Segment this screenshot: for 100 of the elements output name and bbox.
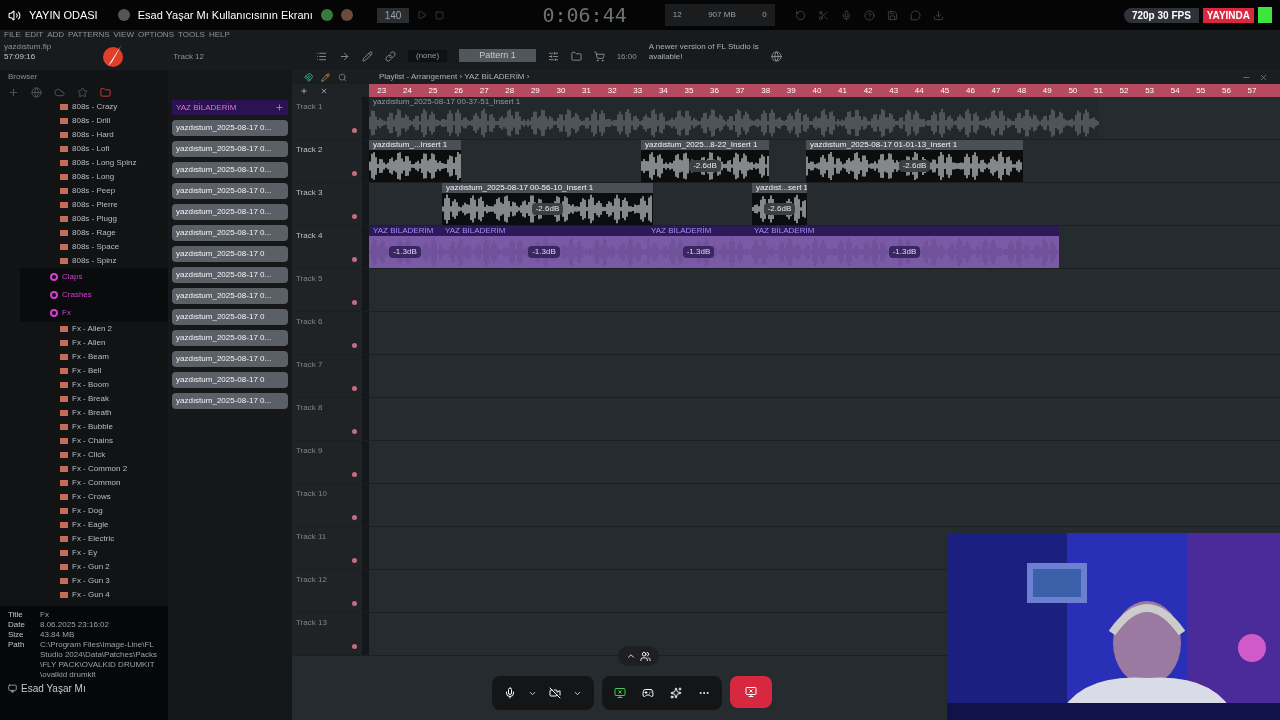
pattern-header[interactable]: YAZ BİLADERİM: [172, 100, 288, 115]
record-icon[interactable]: [352, 343, 357, 348]
record-icon[interactable]: [352, 214, 357, 219]
browser-item[interactable]: Fx - Ey: [72, 547, 98, 559]
record-icon[interactable]: [352, 429, 357, 434]
folder-icon[interactable]: [100, 86, 111, 98]
sparkles-icon[interactable]: [670, 687, 682, 699]
pattern-item[interactable]: yazdıstum_2025-08-17 0...: [172, 393, 288, 409]
zoom-icon[interactable]: [338, 72, 347, 82]
browser-item[interactable]: Fx - Boom: [72, 379, 109, 391]
screen-share-icon[interactable]: [614, 687, 626, 699]
menu-item[interactable]: ADD: [47, 30, 65, 40]
pattern-item[interactable]: yazdıstum_2025-08-17 0...: [172, 225, 288, 241]
close-icon[interactable]: [320, 86, 328, 95]
browser-item[interactable]: Fx - Breath: [72, 407, 112, 419]
record-icon[interactable]: [352, 386, 357, 391]
browser-category[interactable]: Claps: [62, 271, 83, 283]
cloud-icon[interactable]: [54, 86, 65, 98]
record-icon[interactable]: [352, 515, 357, 520]
browser-item[interactable]: Fx - Chains: [72, 435, 113, 447]
browser-item[interactable]: Fx - Electric: [72, 533, 115, 545]
clip[interactable]: yazdıst...sert 1 -2.6dB: [752, 183, 807, 225]
pattern-item[interactable]: yazdıstum_2025-08-17 0...: [172, 288, 288, 304]
clip[interactable]: yazdıstum_2025-08-17 00-56-10_Insert 1 -2.6dB: [442, 183, 653, 225]
browser-item[interactable]: Fx - Gun 4: [72, 589, 110, 601]
browser-item[interactable]: Fx - Crows: [72, 491, 111, 503]
pattern-selector[interactable]: Pattern 1: [459, 48, 536, 62]
arrow-icon[interactable]: [339, 51, 350, 62]
browser-item[interactable]: 808s - Plugg: [72, 213, 117, 225]
globe-icon[interactable]: [770, 51, 782, 62]
close-icon[interactable]: [1259, 72, 1268, 82]
record-icon[interactable]: [352, 601, 357, 606]
record-icon[interactable]: [352, 128, 357, 133]
browser-category[interactable]: Crashes: [62, 289, 92, 301]
browser-category[interactable]: Fx: [62, 307, 71, 319]
browser-item[interactable]: 808s - Peep: [72, 185, 116, 197]
star-icon[interactable]: [77, 86, 88, 98]
clip[interactable]: YAZ BİLADERİM -1.3dB: [647, 226, 750, 268]
plus-icon[interactable]: [300, 86, 308, 95]
browser-item[interactable]: Fx - Break: [72, 393, 109, 405]
browser-item[interactable]: Fx - Eagle: [72, 519, 109, 531]
browser-item[interactable]: 808s - Hard: [72, 129, 114, 141]
browser-item[interactable]: 808s - Rage: [72, 227, 116, 239]
record-icon[interactable]: [352, 300, 357, 305]
clip[interactable]: yazdıstum_...Insert 1: [369, 140, 461, 182]
gamepad-icon[interactable]: [642, 687, 654, 699]
browser-item[interactable]: 808s - Drill: [72, 115, 111, 127]
browser-item[interactable]: Fx - Click: [72, 449, 106, 461]
browser-item[interactable]: Fx - Beam: [72, 351, 109, 363]
browser-item[interactable]: 808s - Crazy: [72, 101, 118, 113]
browser-item[interactable]: Fx - Common: [72, 477, 121, 489]
menu-item[interactable]: PATTERNS: [68, 30, 110, 40]
menu-item[interactable]: OPTIONS: [137, 30, 174, 40]
record-icon[interactable]: [352, 257, 357, 262]
browser-item[interactable]: Fx - Gun 3: [72, 575, 110, 587]
globe-icon[interactable]: [31, 86, 42, 98]
browser-item[interactable]: Fx - Common 2: [72, 463, 128, 475]
timeline-ruler[interactable]: 23 24 25 26 27 28 29 30 31 32 33 34 35 36 37 38 39 40 41 42 43 44 45 46 47 48 49 50 51 52 53 54 55 56 57: [369, 84, 1280, 97]
folder-icon[interactable]: [570, 51, 582, 62]
clip[interactable]: yazdıstum_2025-08-17 00-37-51_Insert 1: [369, 97, 1099, 139]
cart-icon[interactable]: [593, 51, 605, 62]
browser-item[interactable]: Fx - Dog: [72, 505, 103, 517]
record-icon[interactable]: [352, 644, 357, 649]
pattern-item[interactable]: yazdıstum_2025-08-17 0...: [172, 204, 288, 220]
browser-item[interactable]: 808s - Pierre: [72, 199, 118, 211]
pattern-item[interactable]: yazdıstum_2025-08-17 0...: [172, 183, 288, 199]
browser-item[interactable]: Fx - Alien 2: [72, 323, 112, 335]
pattern-item[interactable]: yazdıstum_2025-08-17 0: [172, 309, 288, 325]
magnet-icon[interactable]: [304, 72, 313, 82]
pattern-item[interactable]: yazdıstum_2025-08-17 0...: [172, 120, 288, 136]
menu-item[interactable]: FILE: [4, 30, 21, 40]
browser-item[interactable]: 808s - Lofi: [72, 143, 110, 155]
mixer-icon[interactable]: [547, 51, 559, 62]
camera-off-icon[interactable]: [549, 687, 561, 699]
menu-item[interactable]: TOOLS: [178, 30, 205, 40]
pattern-item[interactable]: yazdıstum_2025-08-17 0...: [172, 141, 288, 157]
record-icon[interactable]: [352, 472, 357, 477]
tempo-display[interactable]: 140: [376, 7, 410, 23]
plus-icon[interactable]: [8, 86, 19, 98]
browser-item[interactable]: 808s - Long: [72, 171, 115, 183]
pattern-item[interactable]: yazdıstum_2025-08-17 0...: [172, 267, 288, 283]
pattern-item[interactable]: yazdıstum_2025-08-17 0...: [172, 162, 288, 178]
pattern-item[interactable]: yazdıstum_2025-08-17 0...: [172, 330, 288, 346]
clip[interactable]: yazdıstum_2025...8-22_Insert 1 -2.6dB: [641, 140, 769, 182]
browser-item[interactable]: 808s - Long Spinz: [72, 157, 137, 169]
pattern-item[interactable]: yazdıstum_2025-08-17 0: [172, 246, 288, 262]
pattern-item[interactable]: yazdıstum_2025-08-17 0: [172, 372, 288, 388]
clip[interactable]: YAZ BİLADERİM -1.3dB: [369, 226, 441, 268]
record-icon[interactable]: [352, 171, 357, 176]
participants-button[interactable]: [618, 646, 659, 666]
channel-selector[interactable]: (none): [408, 50, 448, 62]
mic-icon[interactable]: [504, 687, 516, 699]
clip[interactable]: yazdıstum_2025-08-17 01-01-13_Insert 1 -2.6dB: [806, 140, 1023, 182]
menu-item[interactable]: HELP: [208, 30, 230, 40]
record-icon[interactable]: [352, 558, 357, 563]
browser-item[interactable]: Fx - Alien: [72, 337, 106, 349]
pattern-item[interactable]: yazdıstum_2025-08-17 0...: [172, 351, 288, 367]
pencil-icon[interactable]: [362, 51, 373, 62]
browser-item[interactable]: Fx - Bubble: [72, 421, 113, 433]
browser-item[interactable]: 808s - Spinz: [72, 255, 117, 267]
